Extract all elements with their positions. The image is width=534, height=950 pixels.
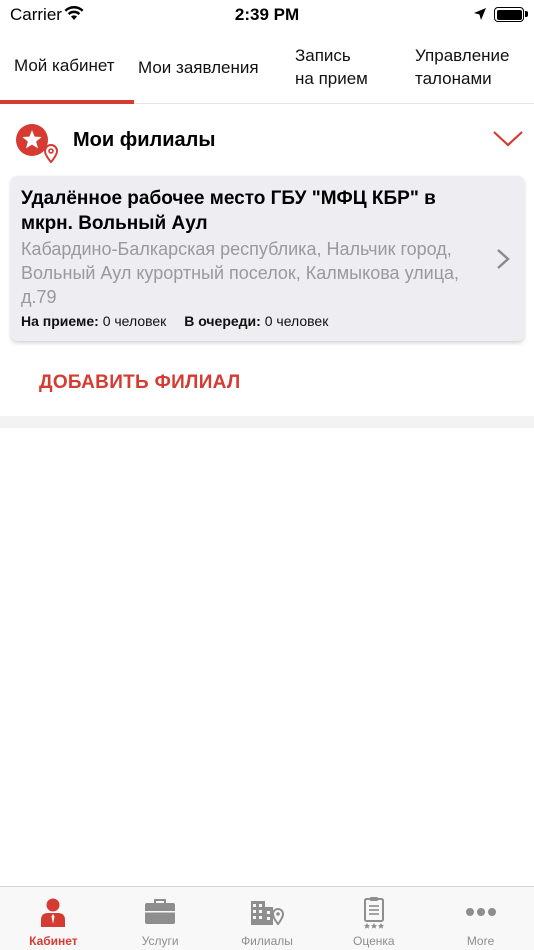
section-title: Мои филиалы [73,129,216,151]
clock: 2:39 PM [234,5,300,24]
top-tabs: Мой кабинет Мои заявления Запись на прие… [0,30,534,104]
tabbar-label: More [466,934,495,948]
tabbar-item-cabinet[interactable]: Кабинет [0,887,107,950]
bottom-tab-bar: Кабинет Услуги Филиалы Оценка More [0,886,534,950]
section-divider [0,416,534,428]
branch-address: Кабардино-Балкарская республика, Нальчик… [21,239,460,307]
tab-label-line1: Управление [415,46,510,65]
branch-card[interactable]: Удалённое рабочее место ГБУ "МФЦ КБР" в … [11,176,524,341]
tab-label: Мой кабинет [14,55,115,75]
chevron-down-icon[interactable] [492,130,524,153]
queue-label: В очереди: [184,313,261,329]
tab-label-line1: Запись [295,46,351,65]
tab-label-line2: талонами [415,69,492,88]
status-bar: Carrier 2:39 PM [0,0,534,30]
tab-appointment[interactable]: Запись на прием [295,30,405,104]
tabbar-label: Кабинет [29,934,78,948]
reception-label: На приеме: [21,313,99,329]
briefcase-icon [107,897,214,927]
branch-stats: На приеме: 0 человек В очереди: 0 челове… [21,313,328,329]
battery-tip [525,11,528,17]
tabbar-item-branches[interactable]: Филиалы [214,887,321,950]
tab-label-line2: на прием [295,69,368,88]
reception-value: 0 человек [102,313,167,329]
tab-ticket-management[interactable]: Управление талонами [415,30,534,104]
battery-icon [494,7,524,22]
favorite-branch-icon [16,124,60,171]
tabbar-item-rating[interactable]: Оценка [320,887,427,950]
tab-my-cabinet[interactable]: Мой кабинет [0,30,134,104]
chevron-right-icon [496,248,510,275]
location-arrow-icon [473,7,487,26]
tabbar-item-services[interactable]: Услуги [107,887,214,950]
branch-name: Удалённое рабочее место ГБУ "МФЦ КБР" в … [21,188,436,234]
tabbar-label: Услуги [141,934,179,948]
tab-my-applications[interactable]: Мои заявления [138,30,288,104]
my-branches-header[interactable]: Мои филиалы [0,112,534,168]
tab-label: Мои заявления [138,57,259,77]
tabbar-item-more[interactable]: More [427,887,534,950]
rating-clipboard-icon [320,897,427,929]
buildings-icon [214,897,321,927]
person-icon [0,897,107,927]
tabbar-label: Оценка [353,934,395,948]
queue-value: 0 человек [264,313,329,329]
tabbar-label: Филиалы [241,934,293,948]
add-branch-button[interactable]: ДОБАВИТЬ ФИЛИАЛ [39,372,241,394]
more-icon [427,897,534,927]
